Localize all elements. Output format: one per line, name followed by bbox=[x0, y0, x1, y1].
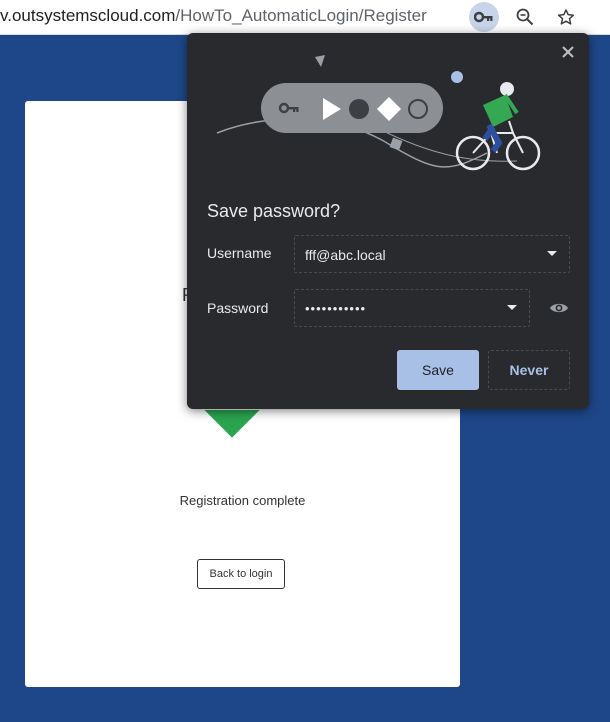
close-icon[interactable] bbox=[557, 41, 579, 63]
registration-status-text: Registration complete bbox=[179, 493, 306, 508]
key-icon[interactable] bbox=[469, 2, 499, 32]
chevron-down-icon bbox=[507, 305, 517, 310]
chevron-down-icon bbox=[547, 251, 557, 256]
zoom-icon[interactable] bbox=[510, 2, 540, 32]
password-value: ••••••••••• bbox=[305, 301, 367, 316]
back-to-login-button[interactable]: Back to login bbox=[197, 559, 285, 589]
username-select[interactable]: fff@abc.local bbox=[294, 235, 570, 273]
url-text[interactable]: v.outsystemscloud.com/HowTo_AutomaticLog… bbox=[0, 6, 427, 26]
browser-address-bar[interactable]: v.outsystemscloud.com/HowTo_AutomaticLog… bbox=[0, 0, 610, 35]
url-host: v.outsystemscloud.com bbox=[0, 6, 176, 25]
url-path: /HowTo_AutomaticLogin/Register bbox=[175, 6, 427, 25]
save-button[interactable]: Save bbox=[397, 350, 479, 390]
eye-icon[interactable] bbox=[548, 297, 570, 319]
password-label: Password bbox=[207, 300, 269, 316]
save-password-dialog: Save password? Username fff@abc.local Pa… bbox=[187, 33, 589, 409]
password-select[interactable]: ••••••••••• bbox=[294, 289, 530, 327]
password-illustration bbox=[187, 33, 589, 183]
star-icon[interactable] bbox=[551, 2, 581, 32]
never-button[interactable]: Never bbox=[488, 350, 570, 390]
success-check-icon bbox=[192, 410, 267, 450]
dialog-title: Save password? bbox=[207, 201, 341, 221]
username-value: fff@abc.local bbox=[305, 247, 386, 263]
username-label: Username bbox=[207, 245, 272, 261]
